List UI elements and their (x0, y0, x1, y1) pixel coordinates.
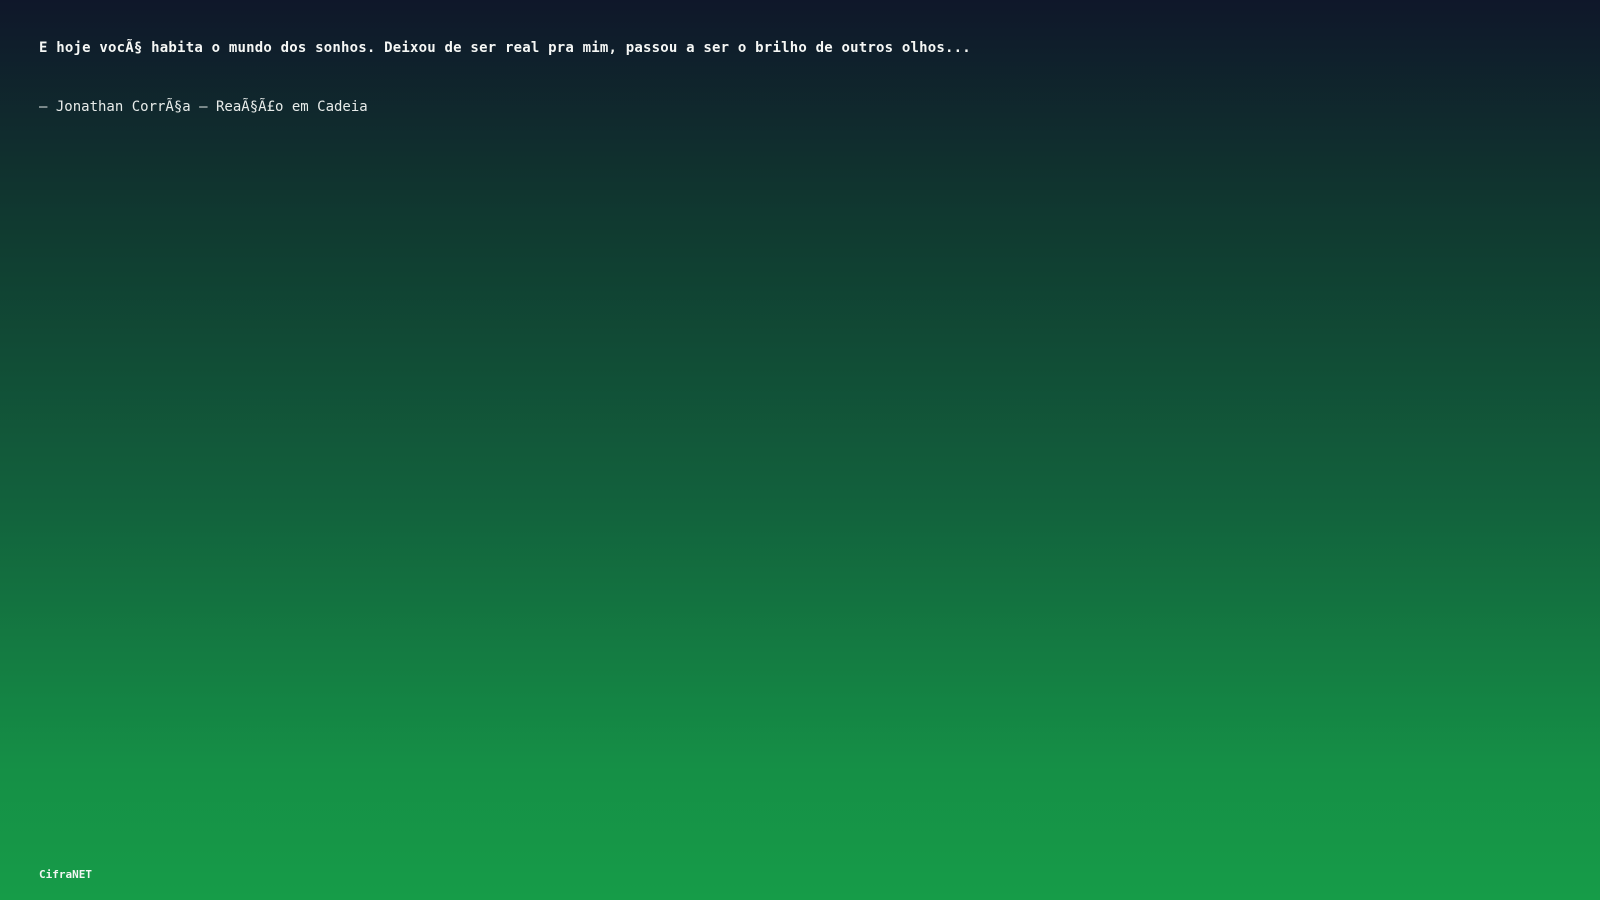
quote-block: E hoje vocÃ§ habita o mundo dos sonhos. … (39, 38, 1539, 117)
quote-attribution: – Jonathan CorrÃ§a – ReaÃ§Ã£o em Cadeia (39, 99, 368, 115)
quote-text: E hoje vocÃ§ habita o mundo dos sonhos. … (39, 40, 971, 56)
brand-label: CifraNET (39, 868, 92, 881)
